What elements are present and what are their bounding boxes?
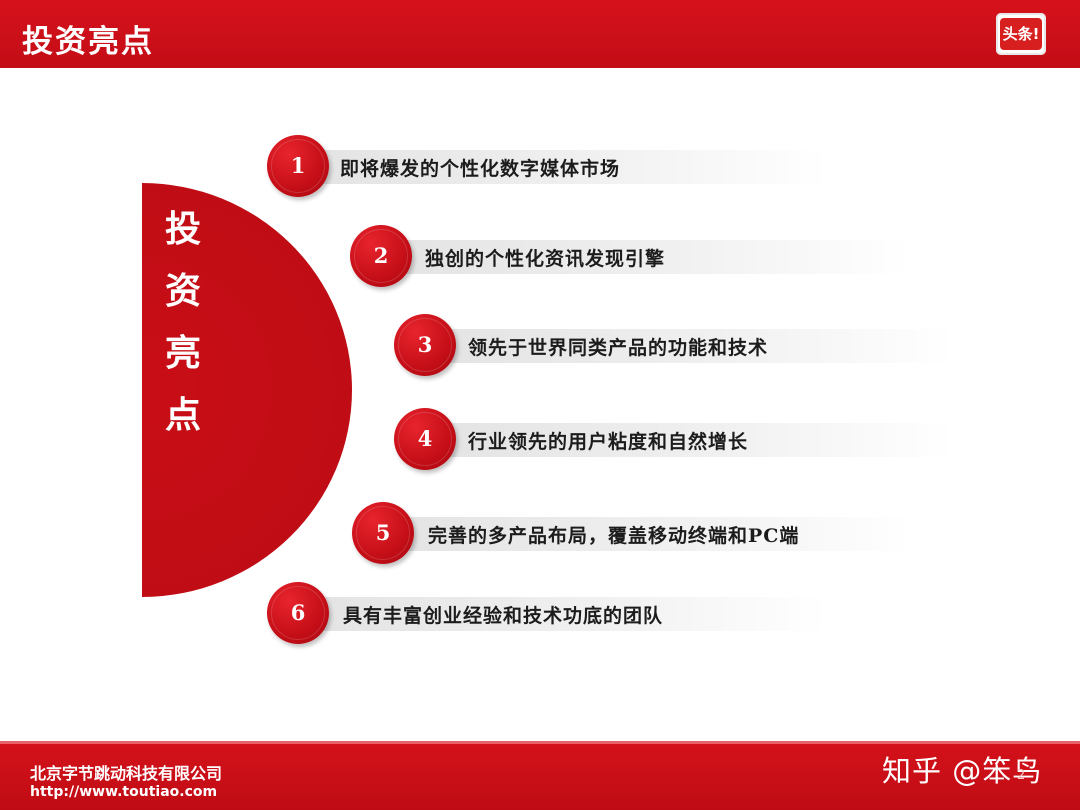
toutiao-logo: 头条! [996,13,1046,55]
side-title-char: 资 [164,270,201,312]
item-number-badge: 4 [394,408,456,470]
side-title-char: 投 [164,208,201,250]
item-number-badge: 6 [267,582,329,644]
company-name: 北京字节跳动科技有限公司 [30,764,223,783]
header-bar: 投资亮点 头条! [0,0,1080,68]
list-item: 5 完善的多产品布局，覆盖移动终端和PC端 [352,502,912,566]
item-label: 即将爆发的个性化数字媒体市场 [340,158,621,180]
list-item: 2 独创的个性化资讯发现引擎 [350,225,910,289]
list-item: 4 行业领先的用户粘度和自然增长 [394,408,954,472]
list-item: 6 具有丰富创业经验和技术功底的团队 [267,582,827,646]
page-number: 2 [1017,768,1026,783]
item-label: 完善的多产品布局，覆盖移动终端和PC端 [428,525,800,547]
logo-text: 头条! [1000,18,1042,50]
item-number-badge: 5 [352,502,414,564]
side-title-char: 亮 [164,332,201,374]
company-url[interactable]: http://www.toutiao.com [30,784,217,800]
list-item: 1 即将爆发的个性化数字媒体市场 [267,135,827,199]
item-label: 独创的个性化资讯发现引擎 [425,248,666,270]
side-title: 投 资 亮 点 [162,198,204,446]
side-title-char: 点 [164,394,201,436]
item-label: 行业领先的用户粘度和自然增长 [468,431,749,453]
item-label: 领先于世界同类产品的功能和技术 [468,337,769,359]
item-number-badge: 3 [394,314,456,376]
page-title: 投资亮点 [22,24,154,60]
item-number-badge: 2 [350,225,412,287]
item-number-badge: 1 [267,135,329,197]
item-label: 具有丰富创业经验和技术功底的团队 [343,605,664,627]
list-item: 3 领先于世界同类产品的功能和技术 [394,314,954,378]
